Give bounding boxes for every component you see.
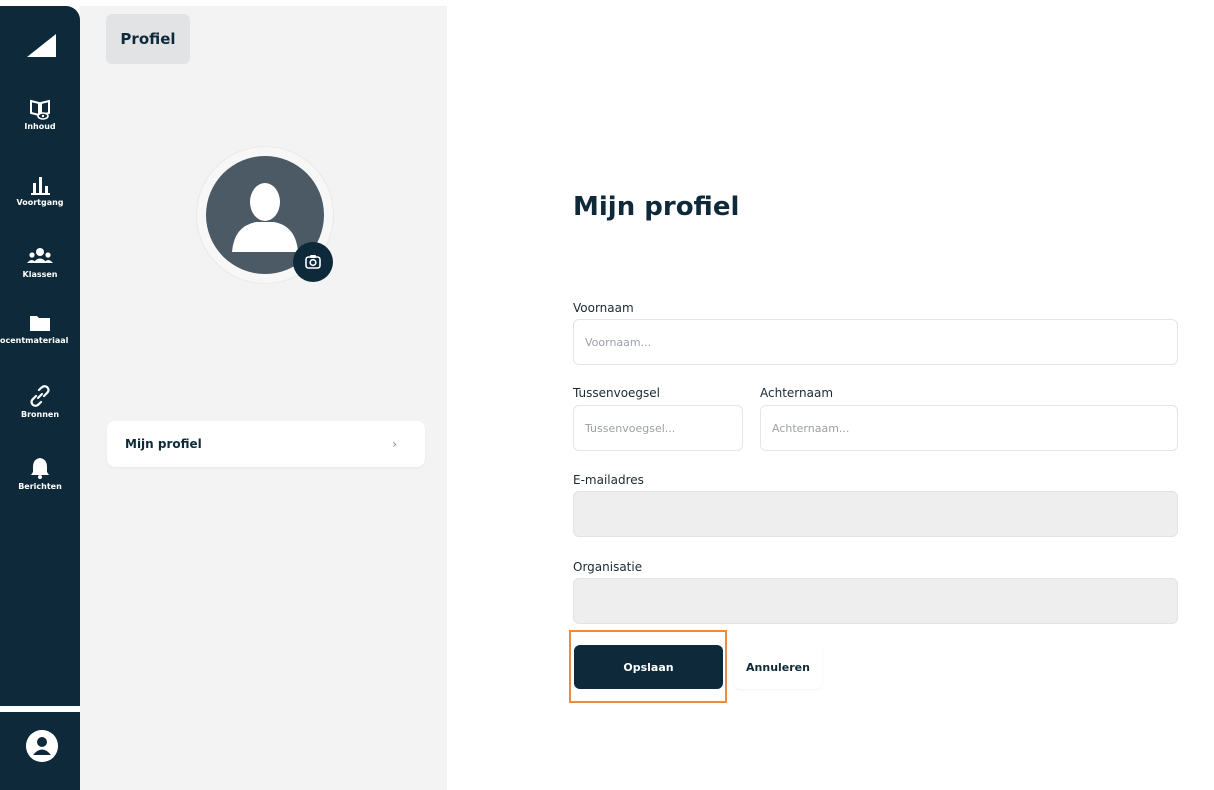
sidebar-item-berichten[interactable]: Berichten <box>0 456 80 491</box>
sidebar-item-label: Bronnen <box>20 410 60 419</box>
sidebar: Inhoud Voortgang Klassen ocentmateriaal <box>0 6 80 790</box>
sidebar-item-docentmateriaal[interactable]: ocentmateriaal <box>0 312 80 345</box>
sidebar-item-label: ocentmateriaal <box>0 336 69 345</box>
user-avatar-button[interactable] <box>26 730 58 762</box>
user-icon <box>26 730 58 762</box>
group-icon <box>27 248 53 263</box>
infix-label: Tussenvoegsel <box>573 386 661 400</box>
logo-icon <box>27 34 56 57</box>
sidebar-item-label: Inhoud <box>24 122 56 131</box>
sidebar-item-label: Klassen <box>22 270 58 279</box>
form-title: Mijn profiel <box>573 192 740 222</box>
organisation-field <box>573 578 1178 624</box>
bar-chart-icon <box>31 177 50 195</box>
email-field <box>573 491 1178 537</box>
first-name-label: Voornaam <box>573 301 634 315</box>
page-title-tab[interactable]: Profiel <box>106 14 190 64</box>
menu-item-label: Mijn profiel <box>125 437 202 451</box>
change-photo-button[interactable] <box>293 242 333 282</box>
sidebar-item-label: Voortgang <box>16 198 64 207</box>
sidebar-item-label: Berichten <box>18 482 62 491</box>
sidebar-item-voortgang[interactable]: Voortgang <box>0 174 80 207</box>
book-eye-icon <box>30 99 50 120</box>
organisation-label: Organisatie <box>573 560 643 574</box>
last-name-input[interactable] <box>760 405 1178 451</box>
menu-item-mijn-profiel[interactable]: Mijn profiel › <box>107 421 425 467</box>
cancel-button[interactable]: Annuleren <box>734 645 822 689</box>
sidebar-item-klassen[interactable]: Klassen <box>0 246 80 279</box>
sidebar-item-inhoud[interactable]: Inhoud <box>0 98 80 131</box>
camera-icon <box>305 255 321 269</box>
profile-side-panel <box>80 6 447 790</box>
bell-icon <box>31 458 49 479</box>
save-button[interactable]: Opslaan <box>574 645 723 689</box>
email-label: E-mailadres <box>573 473 644 487</box>
chevron-right-icon: › <box>392 437 397 451</box>
sidebar-item-bronnen[interactable]: Bronnen <box>0 384 80 419</box>
infix-input[interactable] <box>573 405 743 451</box>
folder-icon <box>30 316 50 331</box>
link-icon <box>30 385 50 407</box>
last-name-label: Achternaam <box>760 386 834 400</box>
first-name-input[interactable] <box>573 319 1178 365</box>
